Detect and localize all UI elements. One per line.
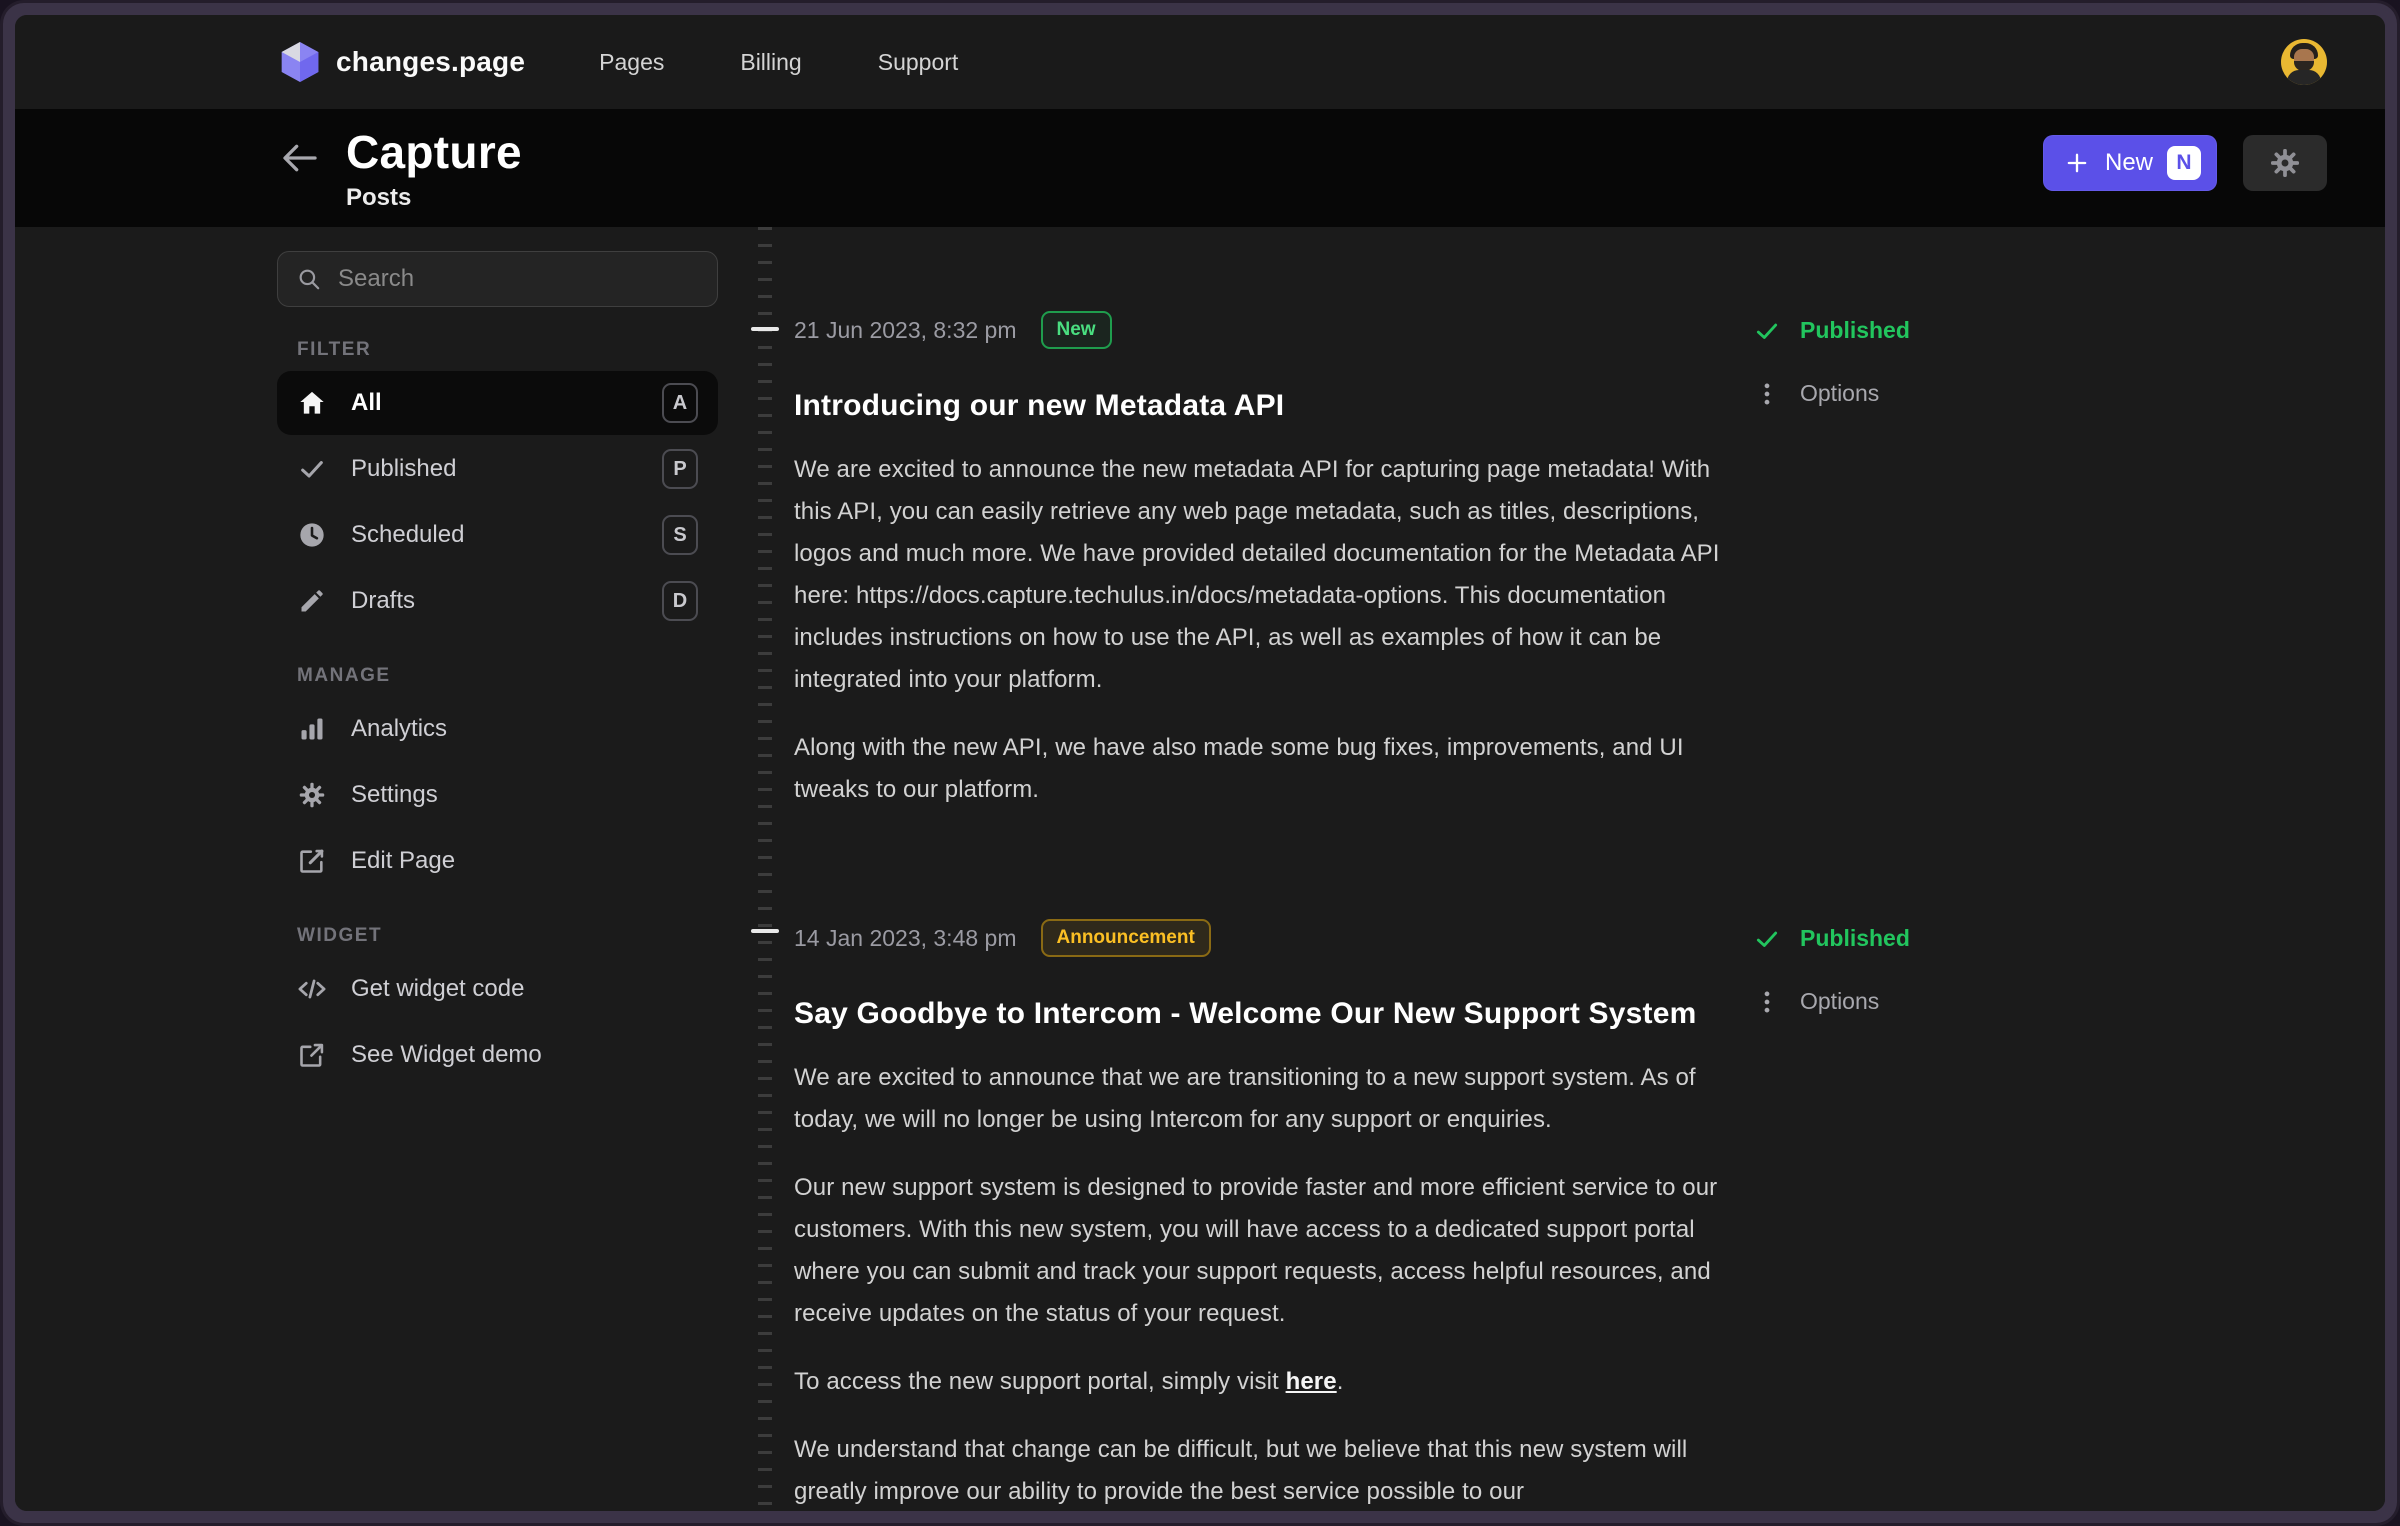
post-2-options-button[interactable]: Options <box>1754 988 1910 1015</box>
section-label-widget: WIDGET <box>297 925 718 947</box>
page-subtitle: Posts <box>346 184 2043 212</box>
post-2-paragraph: We are excited to announce that we are t… <box>794 1057 1740 1141</box>
app-window: changes.page Pages Billing Support Captu… <box>15 15 2385 1511</box>
edit-page-icon <box>297 847 327 875</box>
post-2-paragraph-link: To access the new support portal, simply… <box>794 1361 1740 1403</box>
post-2-paragraph: Our new support system is designed to pr… <box>794 1167 1740 1335</box>
top-nav: changes.page Pages Billing Support <box>15 15 2385 109</box>
post-2-date: 14 Jan 2023, 3:48 pm <box>794 925 1017 952</box>
page-settings-button[interactable] <box>2243 135 2327 191</box>
sidebar-item-published[interactable]: Published P <box>277 437 718 501</box>
shortcut-chip-p: P <box>662 449 698 489</box>
sidebar-item-settings[interactable]: Settings <box>277 763 718 827</box>
brand-logo[interactable]: changes.page <box>280 40 525 84</box>
section-label-filter: FILTER <box>297 339 718 361</box>
nav-link-billing[interactable]: Billing <box>740 49 801 76</box>
sidebar: FILTER All A Published P <box>277 227 718 1087</box>
post-1-options-button[interactable]: Options <box>1754 380 1910 407</box>
support-portal-link[interactable]: here <box>1286 1368 1337 1395</box>
search-box[interactable] <box>277 251 718 307</box>
brand-name: changes.page <box>336 46 525 78</box>
search-input[interactable] <box>336 264 699 294</box>
timeline-dashed-line <box>757 227 773 1511</box>
nav-link-pages[interactable]: Pages <box>599 49 664 76</box>
new-post-button[interactable]: New N <box>2043 135 2217 191</box>
post-item-2: 14 Jan 2023, 3:48 pm Announcement Say Go… <box>794 919 2345 1511</box>
sidebar-item-edit-page[interactable]: Edit Page <box>277 829 718 893</box>
kebab-menu-icon <box>1754 989 1780 1015</box>
new-post-button-label: New <box>2105 149 2153 177</box>
post-1-date: 21 Jun 2023, 8:32 pm <box>794 317 1017 344</box>
post-2-title: Say Goodbye to Intercom - Welcome Our Ne… <box>794 997 1740 1031</box>
sidebar-item-analytics[interactable]: Analytics <box>277 697 718 761</box>
title-block: Capture Posts <box>346 127 2043 212</box>
post-1-badge: New <box>1041 311 1112 349</box>
post-2-status-column: Published Options <box>1754 919 1910 1015</box>
page-title: Capture <box>346 127 2043 178</box>
post-1-meta: 21 Jun 2023, 8:32 pm New <box>794 311 1740 349</box>
sidebar-item-all[interactable]: All A <box>277 371 718 435</box>
post-2-content: 14 Jan 2023, 3:48 pm Announcement Say Go… <box>794 919 1740 1511</box>
sidebar-item-see-widget-demo[interactable]: See Widget demo <box>277 1023 718 1087</box>
post-list: 21 Jun 2023, 8:32 pm New Introducing our… <box>794 227 2345 1511</box>
clock-icon <box>297 521 327 549</box>
user-avatar[interactable] <box>2281 39 2327 85</box>
new-post-shortcut-key: N <box>2167 146 2201 180</box>
shortcut-chip-d: D <box>662 581 698 621</box>
shortcut-chip-s: S <box>662 515 698 555</box>
section-label-manage: MANAGE <box>297 665 718 687</box>
sidebar-item-drafts[interactable]: Drafts D <box>277 569 718 633</box>
nav-links: Pages Billing Support <box>599 49 2281 76</box>
plus-icon <box>2063 149 2091 177</box>
check-icon <box>297 455 327 483</box>
post-1-title: Introducing our new Metadata API <box>794 389 1740 423</box>
post-1-paragraph: We are excited to announce the new metad… <box>794 449 1740 701</box>
sidebar-item-scheduled[interactable]: Scheduled S <box>277 503 718 567</box>
post-1-paragraph: Along with the new API, we have also mad… <box>794 727 1740 811</box>
post-2-paragraph: We understand that change can be difficu… <box>794 1429 1740 1511</box>
sidebar-item-get-widget-code[interactable]: Get widget code <box>277 957 718 1021</box>
bar-chart-icon <box>297 715 327 743</box>
post-2-badge: Announcement <box>1041 919 1211 957</box>
gear-icon <box>2269 147 2301 179</box>
nav-link-support[interactable]: Support <box>878 49 959 76</box>
home-icon <box>297 389 327 417</box>
back-arrow-icon[interactable] <box>280 141 320 175</box>
code-icon <box>297 975 327 1003</box>
search-icon <box>296 266 322 292</box>
timeline-tick-post-2 <box>751 929 779 933</box>
published-check-icon <box>1754 318 1780 344</box>
settings-gear-icon <box>297 781 327 809</box>
avatar-body <box>2287 70 2321 85</box>
kebab-menu-icon <box>1754 381 1780 407</box>
shortcut-chip-a: A <box>662 383 698 423</box>
published-check-icon <box>1754 926 1780 952</box>
post-1-content: 21 Jun 2023, 8:32 pm New Introducing our… <box>794 311 1740 811</box>
post-1-status: Published <box>1754 317 1910 344</box>
page-header: Capture Posts New N <box>15 109 2385 227</box>
main-area: FILTER All A Published P <box>15 227 2385 1511</box>
header-actions: New N <box>2043 135 2327 191</box>
external-link-icon <box>297 1041 327 1069</box>
post-item-1: 21 Jun 2023, 8:32 pm New Introducing our… <box>794 311 2345 811</box>
cube-logo-icon <box>280 40 320 84</box>
post-1-status-column: Published Options <box>1754 311 1910 407</box>
post-2-meta: 14 Jan 2023, 3:48 pm Announcement <box>794 919 1740 957</box>
pencil-icon <box>297 587 327 615</box>
timeline-tick-post-1 <box>751 327 779 331</box>
post-2-status: Published <box>1754 925 1910 952</box>
